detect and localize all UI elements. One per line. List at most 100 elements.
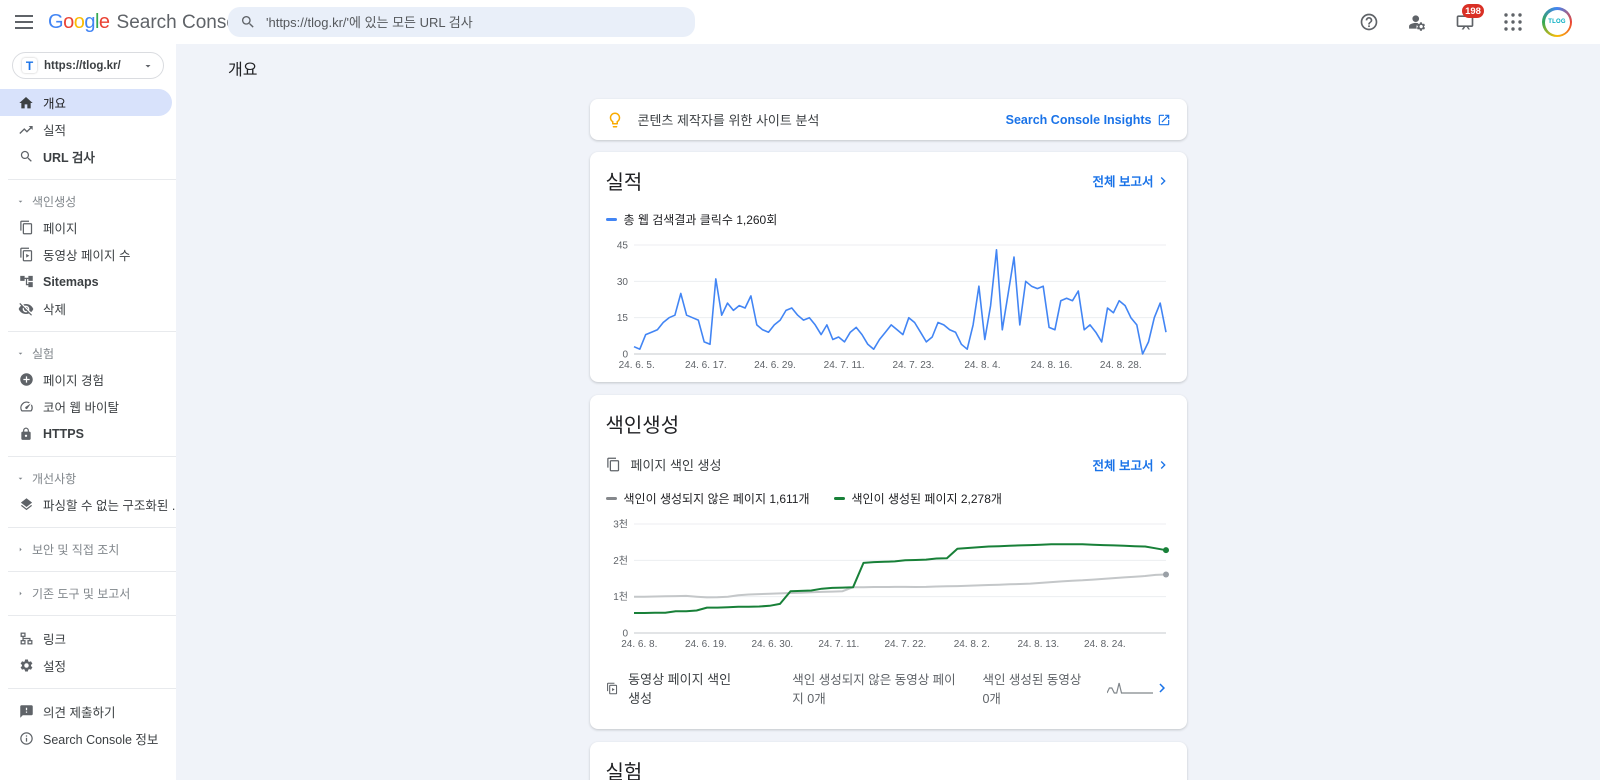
- clicks-legend: 총 웹 검색결과 클릭수 1,260회: [606, 211, 778, 228]
- sidebar-item-overview[interactable]: 개요: [0, 89, 172, 116]
- sidebar-item-pages[interactable]: 페이지: [0, 214, 176, 241]
- sidebar-item-https[interactable]: HTTPS: [0, 420, 176, 447]
- sidebar-item-sitemaps[interactable]: Sitemaps: [0, 268, 176, 295]
- indexing-full-report-link[interactable]: 전체 보고서: [1093, 455, 1171, 474]
- avatar-label: TLOG: [1545, 10, 1570, 35]
- search-input[interactable]: [266, 15, 683, 30]
- video-row-chevron[interactable]: [1153, 679, 1171, 697]
- property-favicon: T: [22, 58, 37, 73]
- indexing-chart: 0 1천 2천 3천 24. 6. 8. 24. 6. 19. 24. 6. 30. 24. …: [606, 515, 1171, 653]
- hamburger-icon: [15, 15, 33, 29]
- property-selector[interactable]: T https://tlog.kr/: [12, 52, 164, 79]
- svg-text:24. 8. 16.: 24. 8. 16.: [1030, 360, 1072, 371]
- indexing-card: 색인생성 페이지 색인 생성 전체 보고서 색인이 생성되지 않은 페이지 1,…: [590, 395, 1187, 729]
- performance-full-report-link[interactable]: 전체 보고서: [1093, 171, 1171, 190]
- sidebar-item-settings[interactable]: 설정: [0, 652, 176, 679]
- sidebar-divider: [8, 331, 176, 332]
- sidebar-item-video-pages[interactable]: 동영상 페이지 수: [0, 241, 176, 268]
- svg-text:24. 7. 11.: 24. 7. 11.: [818, 639, 859, 650]
- help-button[interactable]: [1350, 3, 1388, 41]
- chevron-right-icon: [1153, 679, 1171, 697]
- sidebar-divider: [8, 179, 176, 180]
- svg-text:24. 6. 19.: 24. 6. 19.: [684, 639, 726, 650]
- app-logo: Google Search Console: [48, 11, 252, 34]
- notifications-button[interactable]: 198: [1446, 3, 1484, 41]
- insights-banner: 콘텐츠 제작자를 위한 사이트 분석 Search Console Insigh…: [590, 99, 1187, 140]
- svg-text:24. 6. 5.: 24. 6. 5.: [618, 360, 654, 371]
- notification-badge: 198: [1462, 4, 1484, 18]
- sidebar-item-core-web-vitals[interactable]: 코어 웹 바이탈: [0, 393, 176, 420]
- sidebar-item-performance[interactable]: 실적: [0, 116, 176, 143]
- gear-icon: [18, 658, 34, 674]
- svg-text:1천: 1천: [613, 591, 628, 603]
- expand-triangle-icon: [13, 349, 27, 358]
- sidebar-divider: [8, 571, 176, 572]
- svg-text:24. 6. 30.: 24. 6. 30.: [751, 639, 793, 650]
- svg-text:3천: 3천: [613, 519, 628, 531]
- user-settings-button[interactable]: [1398, 3, 1436, 41]
- sidebar-divider: [8, 527, 176, 528]
- insights-link[interactable]: Search Console Insights: [1006, 113, 1171, 127]
- expand-triangle-icon: [13, 197, 27, 206]
- property-label: https://tlog.kr/: [44, 60, 142, 72]
- legend-dash: [834, 497, 845, 500]
- svg-text:24. 6. 8.: 24. 6. 8.: [621, 639, 657, 650]
- sidebar-item-removals[interactable]: 삭제: [0, 295, 176, 322]
- legend-dash: [606, 218, 617, 221]
- add-circle-icon: [18, 372, 34, 388]
- lock-icon: [18, 426, 34, 442]
- sidebar-section-indexing[interactable]: 색인생성: [0, 189, 176, 214]
- google-logo: Google: [48, 11, 110, 34]
- app-header: Google Search Console 198 TLOG: [0, 0, 1600, 44]
- account-avatar[interactable]: TLOG: [1542, 7, 1572, 37]
- svg-text:24. 7. 22.: 24. 7. 22.: [884, 639, 926, 650]
- sidebar-section-experience[interactable]: 실험: [0, 341, 176, 366]
- svg-text:2천: 2천: [613, 555, 628, 567]
- sidebar-divider: [8, 456, 176, 457]
- pages-icon: [18, 220, 34, 236]
- svg-text:24. 8. 28.: 24. 8. 28.: [1099, 360, 1141, 371]
- performance-card: 실적 전체 보고서 총 웹 검색결과 클릭수 1,260회 015304524.…: [590, 152, 1187, 382]
- sidebar-divider: [8, 688, 176, 689]
- sidebar-item-url-inspection[interactable]: URL 검사: [0, 143, 176, 170]
- external-link-icon: [1157, 113, 1171, 127]
- sidebar-item-about[interactable]: Search Console 정보: [0, 725, 176, 752]
- sidebar-item-unparsable-structured-data[interactable]: 파싱할 수 없는 구조화된 ...: [0, 491, 176, 518]
- sidebar-item-feedback[interactable]: 의견 제출하기: [0, 698, 176, 725]
- indexing-card-title: 색인생성: [606, 409, 680, 438]
- search-icon: [18, 149, 34, 165]
- page-title: 개요: [228, 56, 257, 80]
- home-icon: [18, 95, 34, 111]
- sidebar-section-security[interactable]: 보안 및 직접 조치: [0, 537, 176, 562]
- url-inspect-searchbar[interactable]: [228, 7, 695, 37]
- visibility-off-icon: [18, 301, 34, 317]
- experiments-card-title: 실험: [606, 762, 643, 780]
- sidebar: T https://tlog.kr/ 개요 실적 URL 검사 색인생성 페이지…: [0, 44, 176, 780]
- svg-text:0: 0: [622, 629, 628, 640]
- svg-text:24. 8. 24.: 24. 8. 24.: [1083, 639, 1125, 650]
- video-indexing-row[interactable]: 동영상 페이지 색인 생성 색인 생성되지 않은 동영상 페이지 0개 색인 생…: [606, 657, 1171, 721]
- sidebar-item-page-experience[interactable]: 페이지 경험: [0, 366, 176, 393]
- sidebar-item-links[interactable]: 링크: [0, 625, 176, 652]
- experiments-card: 실험: [590, 742, 1187, 780]
- sidebar-section-enhancements[interactable]: 개선사항: [0, 466, 176, 491]
- svg-text:45: 45: [616, 241, 628, 252]
- svg-text:24. 8. 13.: 24. 8. 13.: [1017, 639, 1059, 650]
- collapsed-triangle-icon: [13, 545, 27, 554]
- svg-text:30: 30: [616, 277, 628, 288]
- sidebar-section-legacy-tools[interactable]: 기존 도구 및 보고서: [0, 581, 176, 606]
- svg-text:24. 7. 23.: 24. 7. 23.: [892, 360, 934, 371]
- info-icon: [18, 731, 34, 747]
- svg-text:24. 6. 17.: 24. 6. 17.: [684, 360, 726, 371]
- links-tree-icon: [18, 631, 34, 647]
- svg-text:15: 15: [616, 313, 628, 324]
- video-indexed-stat: 색인 생성된 동영상 0개: [982, 669, 1084, 707]
- feedback-icon: [18, 704, 34, 720]
- performance-chart: 015304524. 6. 5.24. 6. 17.24. 6. 29.24. …: [606, 236, 1171, 374]
- video-not-indexed-stat: 색인 생성되지 않은 동영상 페이지 0개: [792, 669, 958, 707]
- pages-icon: [606, 457, 621, 472]
- svg-text:24. 6. 29.: 24. 6. 29.: [754, 360, 796, 371]
- google-apps-button[interactable]: [1494, 3, 1532, 41]
- trending-up-icon: [18, 122, 34, 138]
- menu-button[interactable]: [4, 2, 44, 42]
